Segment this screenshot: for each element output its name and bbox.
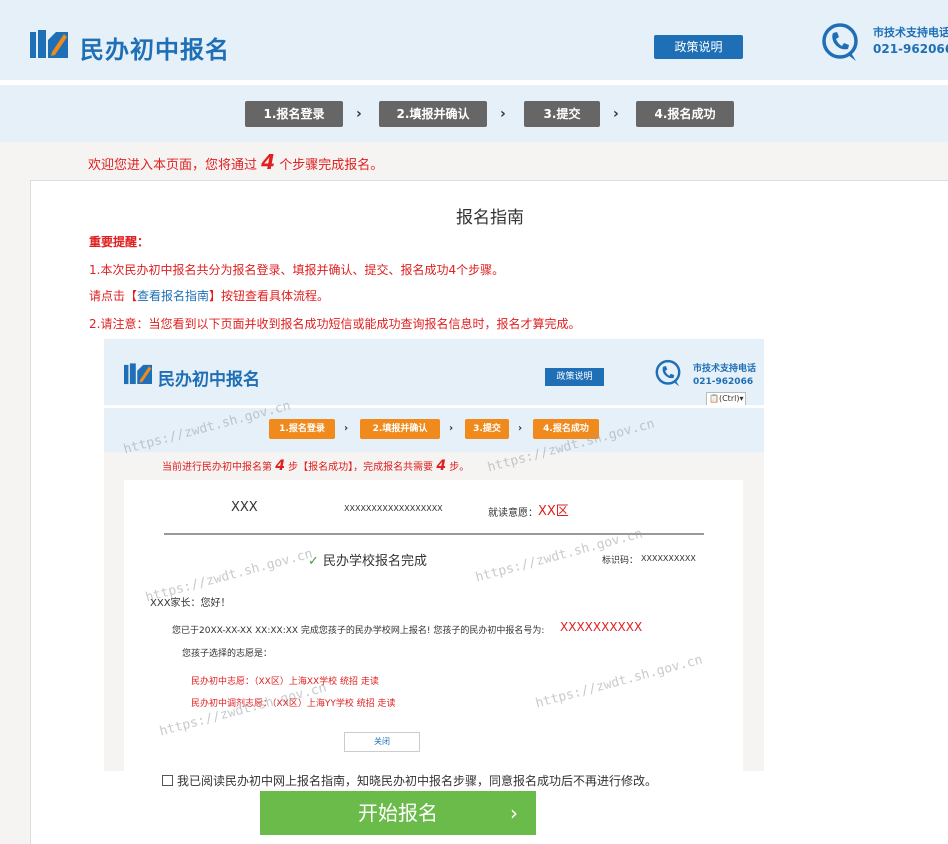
sample-support-title: 市技术支持电话 xyxy=(693,364,757,374)
sample-choice-label: 您孩子选择的志愿是： xyxy=(182,649,273,659)
sample-progress-middle: 步【报名成功】，完成报名共需要 xyxy=(288,462,434,473)
sample-message: 您已于20XX-XX-XX XX:XX:XX 完成您孩子的民办学校网上报名! 您… xyxy=(172,626,545,636)
guide-line-2-suffix: 】按钮查看具体流程。 xyxy=(209,289,330,303)
agreement-text: 我已阅读民办初中网上报名指南，知晓民办初中报名步骤，同意报名成功后不再进行修改。 xyxy=(177,774,658,788)
sample-district-label: 就读意愿： xyxy=(488,508,538,519)
logo-book-pen-icon xyxy=(30,30,68,58)
step-arrow-icon: › xyxy=(356,106,362,122)
step-4-success: 4.报名成功 xyxy=(636,101,734,127)
sample-step-3: 3.提交 xyxy=(465,419,509,439)
important-label: 重要提醒： xyxy=(89,235,150,249)
agreement-row[interactable]: 我已阅读民办初中网上报名指南，知晓民办初中报名步骤，同意报名成功后不再进行修改。 xyxy=(162,772,657,789)
guide-panel: 报名指南 重要提醒： 1.本次民办初中报名共分为报名登录、填报并确认、提交、报名… xyxy=(30,180,948,844)
guide-line-1: 1.本次民办初中报名共分为报名登录、填报并确认、提交、报名成功4个步骤。 xyxy=(89,263,505,277)
sample-done-status: ✓ 民办学校报名完成 xyxy=(308,550,427,569)
start-registration-button[interactable]: 开始报名 › xyxy=(260,791,536,835)
sample-ctrl-label: (Ctrl)▾ xyxy=(718,394,744,403)
sample-registration-number: XXXXXXXXXX xyxy=(560,620,643,634)
sample-progress-prefix: 当前进行民办初中报名第 xyxy=(162,462,272,473)
sample-progress-text: 当前进行民办初中报名第 4 步【报名成功】，完成报名共需要 4 步。 xyxy=(162,458,469,474)
phone-support-icon xyxy=(822,23,858,61)
sample-phone-icon xyxy=(655,359,681,387)
site-title[interactable]: 民办初中报名 xyxy=(80,30,230,65)
support-title: 市技术支持电话 xyxy=(873,26,948,39)
welcome-text: 欢迎您进入本页面，您将通过 4 个步骤完成报名。 xyxy=(88,150,383,174)
sample-step-arrow-icon: › xyxy=(518,423,523,434)
sample-step-arrow-icon: › xyxy=(449,423,454,434)
sample-logo-icon xyxy=(124,363,152,385)
sample-result-card: XXX XXXXXXXXXXXXXXXXXX 就读意愿： XX区 ✓ 民办学校报… xyxy=(124,480,743,771)
sample-support-phone: 021-962066 xyxy=(693,377,754,387)
sample-progress-total: 4 xyxy=(436,458,447,474)
sample-step-arrow-icon: › xyxy=(344,423,349,434)
sample-step-1: 1.报名登录 xyxy=(269,419,335,439)
guide-line-2-prefix: 请点击【 xyxy=(89,289,138,303)
sample-policy-button: 政策说明 xyxy=(545,368,604,386)
sample-id-number: XXXXXXXXXXXXXXXXXX xyxy=(344,504,443,513)
step-3-submit: 3.提交 xyxy=(524,101,600,127)
guide-title: 报名指南 xyxy=(456,208,524,228)
sample-code-label: 标识码： xyxy=(602,556,639,566)
step-arrow-icon: › xyxy=(500,106,506,122)
sample-step-2: 2.填报并确认 xyxy=(360,419,440,439)
sample-paste-ctrl-badge: 📋(Ctrl)▾ xyxy=(706,392,747,406)
sample-wish-1: 民办初中志愿：（XX区）上海XX学校 统招 走读 xyxy=(191,677,379,687)
step-1-login: 1.报名登录 xyxy=(245,101,343,127)
welcome-prefix: 欢迎您进入本页面，您将通过 xyxy=(88,158,258,173)
sample-student-name: XXX xyxy=(231,500,258,515)
start-button-label: 开始报名 xyxy=(358,801,438,825)
site-header: 民办初中报名 政策说明 市技术支持电话 021-962066-1 xyxy=(0,0,948,80)
sample-progress-suffix: 步。 xyxy=(449,462,470,473)
sample-done-text: 民办学校报名完成 xyxy=(323,554,428,569)
chevron-right-icon: › xyxy=(510,801,518,825)
welcome-suffix: 个步骤完成报名。 xyxy=(279,158,384,173)
step-2-fill-confirm: 2.填报并确认 xyxy=(379,101,487,127)
view-guide-link[interactable]: 查看报名指南 xyxy=(137,289,209,303)
sample-title: 民办初中报名 xyxy=(158,370,260,390)
sample-progress-current: 4 xyxy=(275,458,285,474)
sample-close-button: 关闭 xyxy=(344,732,420,752)
agreement-checkbox[interactable] xyxy=(162,775,173,786)
support-phone: 021-962066-1 xyxy=(873,42,948,56)
welcome-step-count: 4 xyxy=(261,150,276,174)
step-arrow-icon: › xyxy=(613,106,619,122)
guide-line-3: 2.请注意：当您看到以下页面并收到报名成功短信或能成功查询报名信息时，报名才算完… xyxy=(89,317,581,331)
guide-line-2: 请点击【查看报名指南】按钮查看具体流程。 xyxy=(89,287,329,304)
sample-success-screenshot: 民办初中报名 政策说明 市技术支持电话 021-962066 📋(Ctrl)▾ … xyxy=(104,339,764,771)
sample-district: XX区 xyxy=(538,504,569,519)
policy-button[interactable]: 政策说明 xyxy=(654,35,743,59)
sample-code: XXXXXXXXXX xyxy=(641,554,696,563)
